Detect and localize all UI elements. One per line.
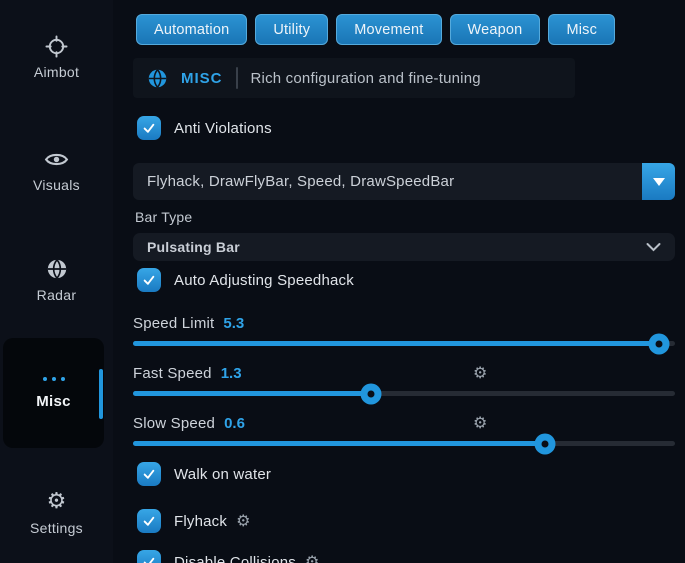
bar-multiselect-value: Flyhack, DrawFlyBar, Speed, DrawSpeedBar xyxy=(147,173,454,190)
section-subtitle: Rich configuration and fine-tuning xyxy=(251,70,481,87)
tab-movement[interactable]: Movement xyxy=(336,14,441,45)
fast-speed-slider[interactable] xyxy=(133,391,675,396)
gear-icon[interactable]: ⚙ xyxy=(305,554,320,563)
speed-limit-slider-thumb[interactable] xyxy=(648,333,669,354)
sidebar-item-settings[interactable]: ⚙ Settings xyxy=(0,490,113,536)
check-icon xyxy=(142,274,156,286)
anti-violations-checkbox[interactable] xyxy=(137,116,161,140)
sidebar-item-visuals[interactable]: Visuals xyxy=(0,147,113,193)
gear-icon[interactable]: ⚙ xyxy=(236,513,251,529)
sidebar-item-label: Aimbot xyxy=(34,64,79,80)
checkbox-row-walk-on-water: Walk on water xyxy=(137,462,675,486)
slider-label-row: Speed Limit 5.3 xyxy=(133,312,675,334)
slow-speed-label: Slow Speed xyxy=(133,415,215,432)
auto-adjust-label: Auto Adjusting Speedhack xyxy=(174,272,354,289)
globe-icon xyxy=(147,66,168,90)
slow-speed-value: 0.6 xyxy=(224,415,245,432)
eye-icon xyxy=(44,147,69,171)
bar-multiselect[interactable]: Flyhack, DrawFlyBar, Speed, DrawSpeedBar xyxy=(133,163,675,200)
speed-limit-value: 5.3 xyxy=(223,315,244,332)
auto-adjust-checkbox[interactable] xyxy=(137,268,161,292)
bar-type-value: Pulsating Bar xyxy=(147,239,240,255)
gear-icon[interactable]: ⚙ xyxy=(473,365,487,381)
check-icon xyxy=(142,122,156,134)
sidebar-item-label: Settings xyxy=(30,520,83,536)
fast-speed-label: Fast Speed xyxy=(133,365,212,382)
disable-collisions-label-text: Disable Collisions xyxy=(174,554,296,563)
flyhack-checkbox[interactable] xyxy=(137,509,161,533)
checkbox-row-flyhack: Flyhack ⚙ xyxy=(137,509,675,533)
fast-speed-value: 1.3 xyxy=(221,365,242,382)
section-header: MISC Rich configuration and fine-tuning xyxy=(133,58,575,98)
divider xyxy=(236,67,238,89)
chevron-down-icon xyxy=(646,243,661,252)
tab-bar: Automation Utility Movement Weapon Misc xyxy=(136,14,675,45)
walk-on-water-checkbox[interactable] xyxy=(137,462,161,486)
sidebar-item-radar[interactable]: Radar xyxy=(0,257,113,303)
tab-utility[interactable]: Utility xyxy=(255,14,328,45)
sidebar-item-label: Misc xyxy=(36,393,71,410)
checkbox-row-disable-collisions: Disable Collisions ⚙ xyxy=(137,550,675,563)
slow-speed-slider-thumb[interactable] xyxy=(534,433,555,454)
gear-icon: ⚙ xyxy=(47,490,67,514)
globe-icon xyxy=(46,257,68,281)
sidebar-item-misc-active[interactable]: Misc xyxy=(3,338,104,448)
anti-violations-label: Anti Violations xyxy=(174,120,272,137)
flyhack-label: Flyhack ⚙ xyxy=(174,513,251,530)
fast-speed-slider-thumb[interactable] xyxy=(361,383,382,404)
flyhack-label-text: Flyhack xyxy=(174,513,227,530)
sidebar: Aimbot Visuals Radar Misc xyxy=(0,0,113,563)
bar-type-label: Bar Type xyxy=(135,209,675,225)
app-window: Aimbot Visuals Radar Misc xyxy=(0,0,685,563)
slider-fast-speed: Fast Speed 1.3 ⚙ xyxy=(133,362,675,396)
main-panel: Automation Utility Movement Weapon Misc … xyxy=(113,0,685,563)
bar-type-select[interactable]: Pulsating Bar xyxy=(133,233,675,261)
slider-label-row: Slow Speed 0.6 ⚙ xyxy=(133,412,675,434)
walk-on-water-label: Walk on water xyxy=(174,466,271,483)
check-icon xyxy=(142,468,156,480)
gear-icon[interactable]: ⚙ xyxy=(473,415,487,431)
slow-speed-slider[interactable] xyxy=(133,441,675,446)
speed-limit-label: Speed Limit xyxy=(133,315,214,332)
active-indicator-bar xyxy=(99,369,103,419)
triangle-down-icon xyxy=(653,178,665,186)
slider-fill xyxy=(133,391,371,396)
slider-label-row: Fast Speed 1.3 ⚙ xyxy=(133,362,675,384)
sidebar-item-label: Radar xyxy=(37,287,77,303)
slider-fill xyxy=(133,341,659,346)
disable-collisions-checkbox[interactable] xyxy=(137,550,161,563)
slider-slow-speed: Slow Speed 0.6 ⚙ xyxy=(133,412,675,446)
slider-speed-limit: Speed Limit 5.3 xyxy=(133,312,675,346)
disable-collisions-label: Disable Collisions ⚙ xyxy=(174,554,320,563)
speed-limit-slider[interactable] xyxy=(133,341,675,346)
tab-misc[interactable]: Misc xyxy=(548,14,615,45)
checkbox-row-anti-violations: Anti Violations xyxy=(137,116,675,140)
sidebar-item-aimbot[interactable]: Aimbot xyxy=(0,34,113,80)
checkbox-row-auto-adjust: Auto Adjusting Speedhack xyxy=(137,268,675,292)
multiselect-dropdown-button[interactable] xyxy=(642,163,675,200)
section-title: MISC xyxy=(181,70,223,87)
tab-automation[interactable]: Automation xyxy=(136,14,247,45)
dots-icon xyxy=(43,377,65,381)
slider-fill xyxy=(133,441,545,446)
check-icon xyxy=(142,556,156,563)
sidebar-item-label: Visuals xyxy=(33,177,80,193)
crosshair-icon xyxy=(45,34,68,58)
check-icon xyxy=(142,515,156,527)
tab-weapon[interactable]: Weapon xyxy=(450,14,541,45)
